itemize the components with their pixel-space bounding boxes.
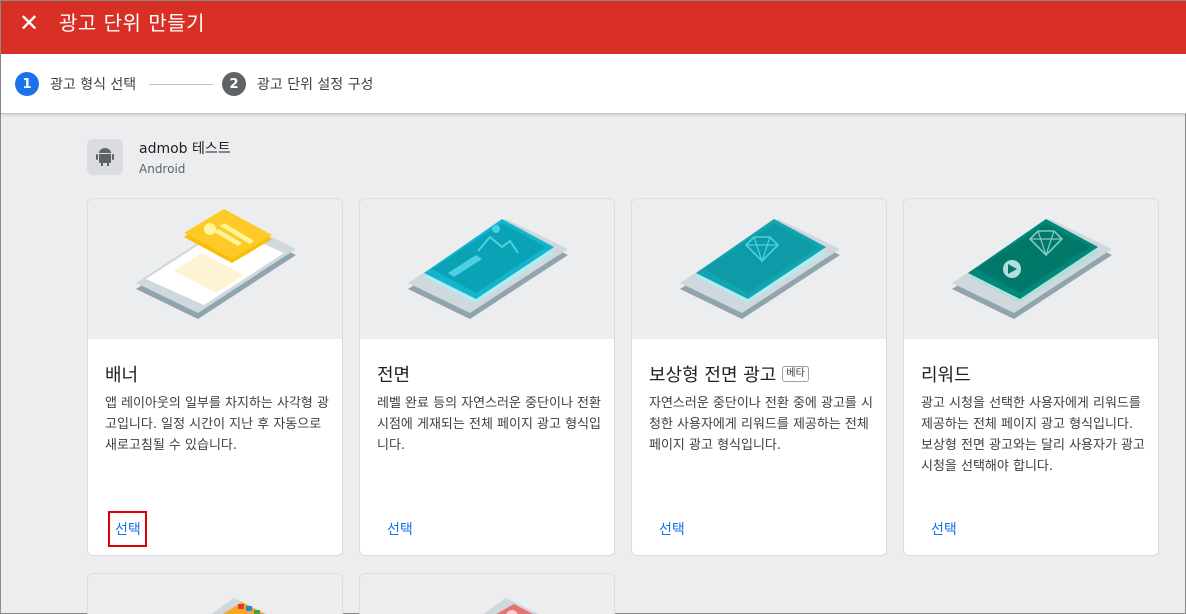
select-button-rewarded[interactable]: 선택 bbox=[931, 519, 957, 539]
rewarded-interstitial-illustration bbox=[632, 199, 886, 339]
app-info: admob 테스트 Android bbox=[87, 138, 231, 176]
select-button-banner[interactable]: 선택 bbox=[115, 519, 141, 539]
card-title: 리워드 bbox=[921, 361, 971, 387]
stepper: 1 광고 형식 선택 2 광고 단위 설정 구성 bbox=[1, 54, 1186, 114]
app-platform: Android bbox=[139, 162, 186, 176]
close-icon[interactable]: ✕ bbox=[13, 7, 45, 39]
android-icon bbox=[87, 139, 123, 175]
step-select-format: 1 광고 형식 선택 bbox=[15, 72, 136, 96]
card-title: 전면 bbox=[377, 361, 410, 387]
ad-format-card-app-open bbox=[359, 573, 615, 614]
rewarded-illustration bbox=[904, 199, 1158, 339]
app-name: admob 테스트 bbox=[139, 141, 231, 157]
header-bar: ✕ 광고 단위 만들기 bbox=[1, 1, 1186, 54]
banner-illustration bbox=[88, 199, 342, 339]
card-description: 레벨 완료 등의 자연스러운 중단이나 전환 시점에 게재되는 전체 페이지 광… bbox=[377, 396, 601, 453]
card-description: 자연스러운 중단이나 전환 중에 광고를 시청한 사용자에게 리워드를 제공하는… bbox=[649, 396, 873, 453]
card-description: 광고 시청을 선택한 사용자에게 리워드를 제공하는 전체 페이지 광고 형식입… bbox=[921, 396, 1145, 474]
ad-format-card-rewarded-interstitial: 보상형 전면 광고 베타 자연스러운 중단이나 전환 중에 광고를 시청한 사용… bbox=[631, 198, 887, 556]
ad-format-card-native bbox=[87, 573, 343, 614]
interstitial-illustration bbox=[360, 199, 614, 339]
card-title-text: 리워드 bbox=[921, 365, 971, 386]
page-title: 광고 단위 만들기 bbox=[59, 11, 206, 35]
select-button-interstitial[interactable]: 선택 bbox=[387, 519, 413, 539]
step-connector bbox=[149, 84, 213, 85]
card-title-text: 전면 bbox=[377, 365, 411, 386]
card-title: 보상형 전면 광고 베타 bbox=[649, 361, 809, 387]
step-configure-settings: 2 광고 단위 설정 구성 bbox=[222, 72, 373, 96]
step-label-1: 광고 형식 선택 bbox=[50, 77, 137, 93]
ad-format-card-interstitial: 전면 레벨 완료 등의 자연스러운 중단이나 전환 시점에 게재되는 전체 페이… bbox=[359, 198, 615, 556]
card-title-text: 보상형 전면 광고 bbox=[649, 365, 777, 386]
step-label-2: 광고 단위 설정 구성 bbox=[257, 77, 374, 93]
app-open-illustration bbox=[360, 574, 614, 614]
step-number-1: 1 bbox=[15, 72, 39, 96]
select-button-rewarded-interstitial[interactable]: 선택 bbox=[659, 519, 685, 539]
card-description: 앱 레이아웃의 일부를 차지하는 사각형 광고입니다. 일정 시간이 지난 후 … bbox=[105, 396, 329, 453]
ad-format-card-banner: 배너 앱 레이아웃의 일부를 차지하는 사각형 광고입니다. 일정 시간이 지난… bbox=[87, 198, 343, 556]
beta-badge: 베타 bbox=[782, 366, 809, 382]
card-title: 배너 bbox=[105, 361, 138, 387]
step-number-2: 2 bbox=[222, 72, 246, 96]
card-title-text: 배너 bbox=[105, 365, 139, 386]
native-illustration bbox=[88, 574, 342, 614]
ad-format-card-rewarded: 리워드 광고 시청을 선택한 사용자에게 리워드를 제공하는 전체 페이지 광고… bbox=[903, 198, 1159, 556]
